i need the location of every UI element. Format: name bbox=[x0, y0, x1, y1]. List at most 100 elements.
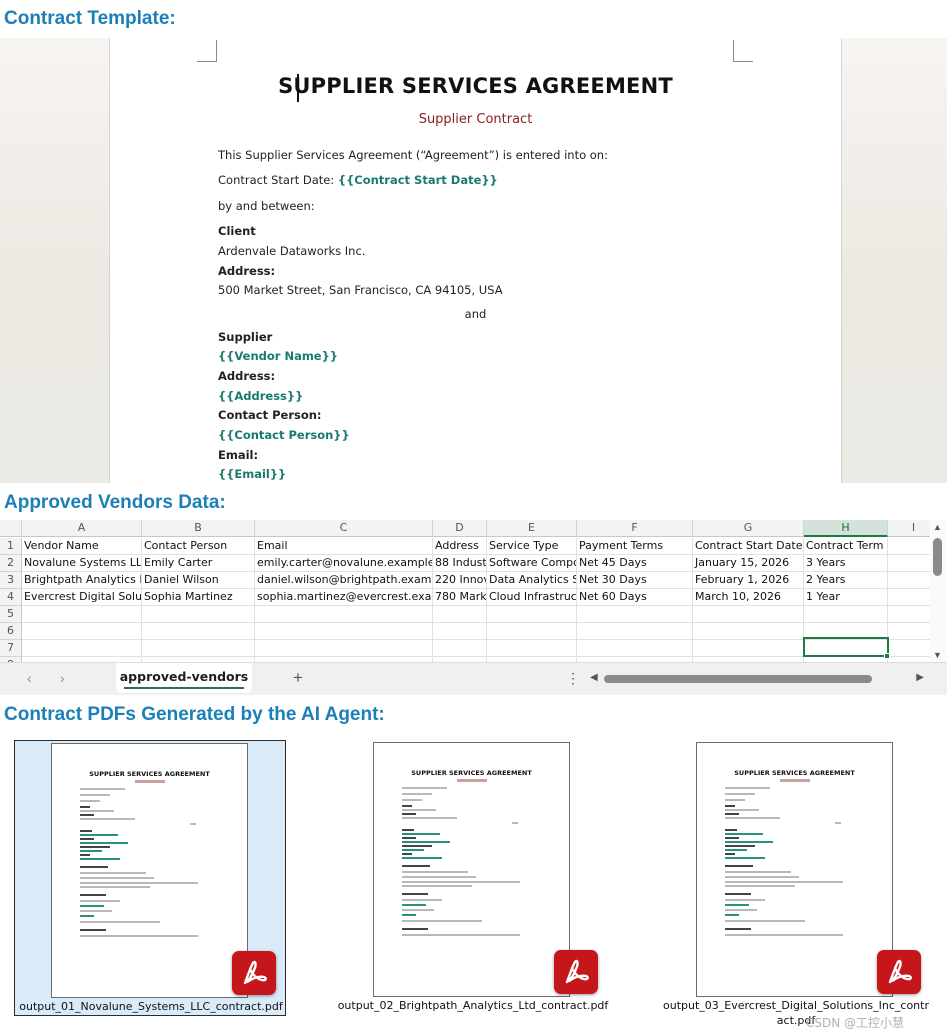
pdf-file-item[interactable]: SUPPLIER SERVICES AGREEMENT output_01_Nov… bbox=[14, 740, 286, 1016]
table-cell[interactable]: Daniel Wilson bbox=[142, 572, 255, 589]
more-options-icon[interactable]: ⋮ bbox=[566, 670, 580, 687]
table-cell[interactable]: Contract Start Date bbox=[693, 538, 804, 555]
horizontal-scrollbar[interactable]: ◀ ▶ bbox=[588, 672, 926, 686]
column-header-d[interactable]: D bbox=[433, 520, 487, 537]
pdf-text-line bbox=[80, 872, 146, 874]
table-cell[interactable] bbox=[433, 640, 487, 657]
table-cell[interactable] bbox=[577, 606, 693, 623]
table-cell[interactable] bbox=[142, 640, 255, 657]
intro-line: This Supplier Services Agreement (“Agree… bbox=[218, 148, 608, 162]
table-cell[interactable]: 220 Innovation Drive bbox=[433, 572, 487, 589]
row-header[interactable]: 3 bbox=[0, 572, 22, 589]
table-cell[interactable] bbox=[142, 623, 255, 640]
table-cell[interactable]: 88 Industrial Park Road bbox=[433, 555, 487, 572]
vertical-scroll-thumb[interactable] bbox=[933, 538, 942, 576]
table-cell[interactable]: Address bbox=[433, 538, 487, 555]
table-cell[interactable]: daniel.wilson@brightpath.example bbox=[255, 572, 433, 589]
table-cell[interactable] bbox=[255, 640, 433, 657]
table-cell[interactable]: 1 Year bbox=[804, 589, 888, 606]
table-cell[interactable] bbox=[142, 606, 255, 623]
table-cell[interactable]: emily.carter@novalune.example bbox=[255, 555, 433, 572]
table-cell[interactable]: 2 Years bbox=[804, 572, 888, 589]
row-header[interactable]: 2 bbox=[0, 555, 22, 572]
pdf-text-line bbox=[725, 857, 765, 859]
table-cell[interactable]: March 10, 2026 bbox=[693, 589, 804, 606]
scroll-up-icon[interactable]: ▲ bbox=[933, 522, 942, 532]
table-cell[interactable] bbox=[433, 623, 487, 640]
table-cell[interactable]: Service Type bbox=[487, 538, 577, 555]
table-cell[interactable]: February 1, 2026 bbox=[693, 572, 804, 589]
word-document-view[interactable]: SUPPLIER SERVICES AGREEMENT Supplier Con… bbox=[0, 38, 947, 483]
table-cell[interactable] bbox=[693, 606, 804, 623]
pdf-file-name: output_01_Novalune_Systems_LLC_contract.… bbox=[19, 1000, 283, 1013]
pdf-file-item[interactable]: SUPPLIER SERVICES AGREEMENT output_02_Bri… bbox=[337, 740, 609, 1016]
table-cell[interactable]: Emily Carter bbox=[142, 555, 255, 572]
section-title-pdfs: Contract PDFs Generated by the AI Agent: bbox=[4, 704, 385, 725]
column-header-e[interactable]: E bbox=[487, 520, 577, 537]
table-cell[interactable]: Contact Person bbox=[142, 538, 255, 555]
column-header-a[interactable]: A bbox=[22, 520, 142, 537]
table-cell[interactable] bbox=[255, 606, 433, 623]
scroll-right-icon[interactable]: ▶ bbox=[916, 672, 924, 683]
table-cell[interactable] bbox=[22, 623, 142, 640]
table-cell[interactable] bbox=[22, 606, 142, 623]
next-sheet-icon[interactable]: › bbox=[60, 670, 65, 686]
table-cell[interactable]: Cloud Infrastructure bbox=[487, 589, 577, 606]
table-cell[interactable]: Contract Term bbox=[804, 538, 888, 555]
horizontal-scroll-thumb[interactable] bbox=[604, 675, 872, 683]
table-cell[interactable]: Vendor Name bbox=[22, 538, 142, 555]
table-cell[interactable]: Novalune Systems LLC bbox=[22, 555, 142, 572]
scroll-left-icon[interactable]: ◀ bbox=[590, 672, 598, 683]
table-cell[interactable] bbox=[577, 623, 693, 640]
pdf-text-line bbox=[402, 893, 428, 895]
table-cell[interactable]: 3 Years bbox=[804, 555, 888, 572]
table-cell[interactable] bbox=[255, 623, 433, 640]
prev-sheet-icon[interactable]: ‹ bbox=[27, 670, 32, 686]
row-header[interactable]: 5 bbox=[0, 606, 22, 623]
table-cell[interactable] bbox=[487, 606, 577, 623]
pdf-text-line bbox=[725, 893, 751, 895]
table-cell[interactable]: Brightpath Analytics Ltd bbox=[22, 572, 142, 589]
table-cell[interactable]: Sophia Martinez bbox=[142, 589, 255, 606]
scroll-down-icon[interactable]: ▼ bbox=[933, 650, 942, 660]
fill-handle[interactable] bbox=[884, 653, 890, 659]
table-cell[interactable]: January 15, 2026 bbox=[693, 555, 804, 572]
row-header[interactable]: 6 bbox=[0, 623, 22, 640]
table-cell[interactable]: 780 Market Avenue bbox=[433, 589, 487, 606]
column-header-g[interactable]: G bbox=[693, 520, 804, 537]
row-header[interactable]: 1 bbox=[0, 538, 22, 555]
table-cell[interactable] bbox=[22, 640, 142, 657]
column-header-c[interactable]: C bbox=[255, 520, 433, 537]
pdf-file-item[interactable]: SUPPLIER SERVICES AGREEMENT output_03_Eve… bbox=[660, 740, 932, 1027]
document-page[interactable]: SUPPLIER SERVICES AGREEMENT Supplier Con… bbox=[110, 38, 841, 483]
sheet-tab-approved-vendors[interactable]: approved-vendors bbox=[116, 663, 252, 693]
pdf-text-line bbox=[80, 838, 94, 840]
pdf-text-line bbox=[725, 799, 745, 801]
table-cell[interactable]: Email bbox=[255, 538, 433, 555]
column-header-b[interactable]: B bbox=[142, 520, 255, 537]
select-all-corner[interactable] bbox=[0, 520, 22, 537]
column-header-h[interactable]: H bbox=[804, 520, 888, 537]
table-cell[interactable] bbox=[804, 606, 888, 623]
selected-cell-H7[interactable] bbox=[803, 637, 889, 657]
table-cell[interactable]: Software Components bbox=[487, 555, 577, 572]
table-cell[interactable] bbox=[693, 640, 804, 657]
row-header[interactable]: 4 bbox=[0, 589, 22, 606]
table-cell[interactable] bbox=[487, 640, 577, 657]
row-header[interactable]: 7 bbox=[0, 640, 22, 657]
spreadsheet-grid[interactable]: A B C D E F G H I 1 Vendor Name Contact Person Email… bbox=[0, 520, 940, 674]
table-cell[interactable] bbox=[693, 623, 804, 640]
table-cell[interactable]: Evercrest Digital Solutions Inc bbox=[22, 589, 142, 606]
table-cell[interactable]: Net 60 Days bbox=[577, 589, 693, 606]
table-cell[interactable]: Net 30 Days bbox=[577, 572, 693, 589]
table-cell[interactable] bbox=[577, 640, 693, 657]
table-cell[interactable] bbox=[433, 606, 487, 623]
table-cell[interactable] bbox=[487, 623, 577, 640]
add-sheet-icon[interactable]: + bbox=[293, 668, 303, 688]
table-cell[interactable]: Data Analytics Services bbox=[487, 572, 577, 589]
table-cell[interactable]: Payment Terms bbox=[577, 538, 693, 555]
column-header-f[interactable]: F bbox=[577, 520, 693, 537]
vertical-scrollbar[interactable]: ▲ ▼ bbox=[930, 520, 947, 663]
table-cell[interactable]: Net 45 Days bbox=[577, 555, 693, 572]
table-cell[interactable]: sophia.martinez@evercrest.example bbox=[255, 589, 433, 606]
